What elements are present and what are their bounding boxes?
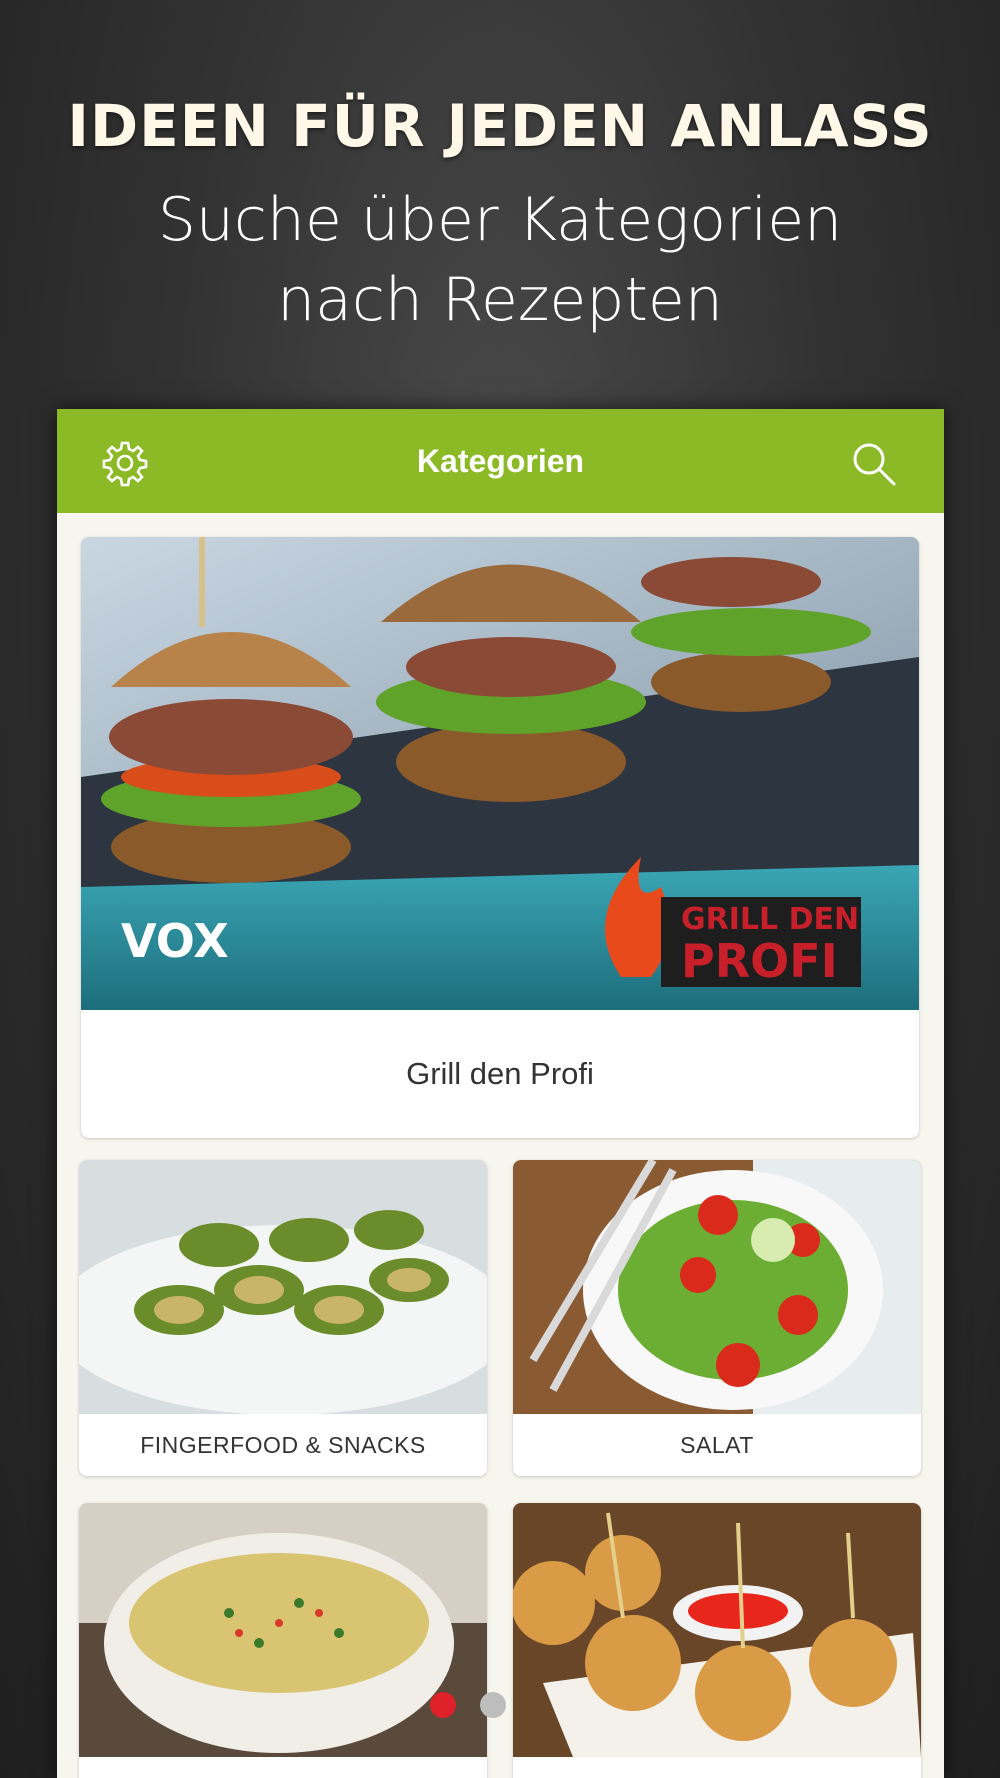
salat-image	[513, 1160, 921, 1414]
page-dot[interactable]	[480, 1692, 506, 1718]
app-screen: Kategorien VOX GRILL DEN PROFI Grill den…	[57, 409, 944, 1778]
page-indicator	[0, 1692, 1000, 1722]
promo-subline-line-1: Suche über Kategorien	[157, 185, 843, 255]
category-card-fingerfood[interactable]: FINGERFOOD & SNACKS	[79, 1160, 487, 1476]
app-bar: Kategorien	[57, 409, 944, 513]
gear-icon[interactable]	[101, 439, 149, 487]
search-icon[interactable]	[851, 441, 897, 487]
app-bar-title: Kategorien	[416, 443, 585, 479]
promo-subline: Suche über Kategorien nach Rezepten	[0, 180, 1000, 340]
featured-label: Grill den Profi	[406, 1056, 594, 1091]
category-label	[79, 1757, 487, 1778]
category-card-salat[interactable]: SALAT	[513, 1160, 921, 1476]
burger-middle	[376, 564, 646, 802]
category-card-haeppchen[interactable]	[513, 1503, 921, 1778]
category-label: FINGERFOOD & SNACKS	[140, 1432, 426, 1458]
promo-headline: IDEEN FÜR JEDEN ANLASS	[67, 92, 933, 160]
featured-card-grill-den-profi[interactable]: VOX GRILL DEN PROFI Grill den Profi	[81, 537, 919, 1138]
svg-text:GRILL DEN: GRILL DEN	[681, 902, 859, 937]
featured-image: VOX GRILL DEN PROFI	[81, 537, 919, 1010]
vox-logo: VOX	[121, 914, 229, 968]
page-dot-active[interactable]	[430, 1692, 456, 1718]
promo-subline-line-2: nach Rezepten	[277, 265, 723, 335]
svg-text:PROFI: PROFI	[681, 934, 838, 988]
category-card-suppe[interactable]	[79, 1503, 487, 1778]
fingerfood-image	[79, 1160, 487, 1414]
category-label	[513, 1757, 921, 1778]
category-label: SALAT	[680, 1432, 754, 1458]
